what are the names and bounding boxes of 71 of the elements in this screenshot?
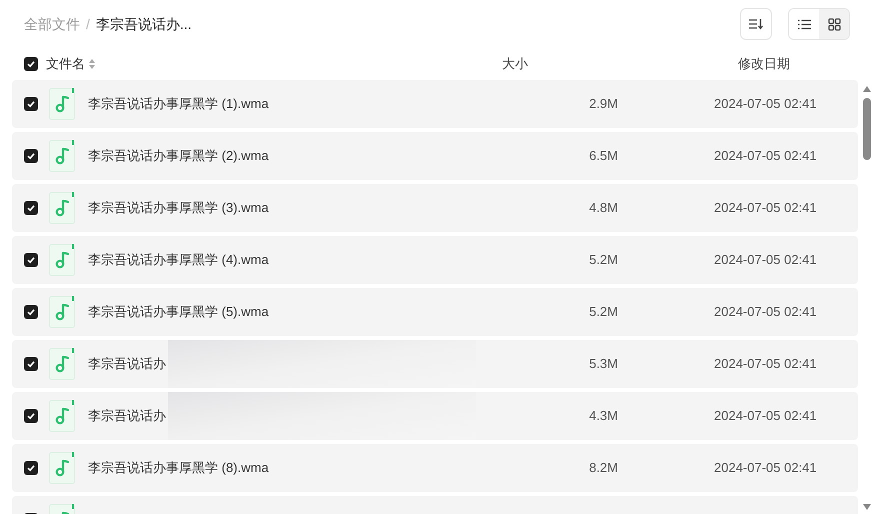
- check-icon: [27, 204, 35, 212]
- file-name[interactable]: 李宗吾说话办事厚黑学 (8).wma: [88, 458, 269, 478]
- check-icon: [27, 60, 35, 68]
- file-size: 5.3M: [588, 355, 618, 374]
- grid-icon: [828, 18, 840, 30]
- music-file-icon: [49, 400, 75, 432]
- file-name[interactable]: 李宗吾说话办事厚黑学 (1).wma: [88, 94, 269, 114]
- modified-date: 2024-07-05 02:41: [714, 355, 818, 374]
- check-icon: [27, 256, 35, 264]
- file-size: 4.3M: [588, 407, 618, 426]
- scrollbar-thumb[interactable]: [863, 98, 871, 160]
- file-row[interactable]: 李宗吾说话办 5.3M 2024-07-05 02:41: [12, 340, 858, 388]
- checkbox[interactable]: [24, 201, 38, 215]
- scroll-up-arrow-icon[interactable]: [863, 86, 871, 92]
- file-size: 5.2M: [588, 251, 618, 270]
- file-size: 2.9M: [588, 95, 618, 114]
- breadcrumb-item[interactable]: 李宗吾说话办...: [96, 14, 192, 34]
- file-row[interactable]: 李宗吾说话办事厚黑学 (3).wma 4.8M 2024-07-05 02:41: [12, 184, 858, 232]
- file-row[interactable]: 李宗吾说话办事厚黑学 (5).wma 5.2M 2024-07-05 02:41: [12, 288, 858, 336]
- checkbox[interactable]: [24, 409, 38, 423]
- file-name[interactable]: 李宗吾说话办事厚黑学 (4).wma: [88, 250, 269, 270]
- list-icon: [798, 18, 810, 30]
- checkbox[interactable]: [24, 357, 38, 371]
- modified-date: 2024-07-05 02:41: [714, 199, 818, 218]
- check-icon: [27, 464, 35, 472]
- checkbox[interactable]: [24, 253, 38, 267]
- file-row[interactable]: 李宗吾说话办事厚黑学 (4).wma 5.2M 2024-07-05 02:41: [12, 236, 858, 284]
- music-file-icon: [49, 140, 75, 172]
- file-name[interactable]: 李宗吾说话办事厚黑学 (5).wma: [88, 302, 269, 322]
- music-file-icon: [49, 452, 75, 484]
- file-size: 5.2M: [588, 303, 618, 322]
- check-icon: [27, 152, 35, 160]
- file-name[interactable]: 李宗吾说话办: [88, 406, 166, 426]
- scroll-down-arrow-icon[interactable]: [863, 504, 871, 510]
- modified-date: 2024-07-05 02:41: [714, 459, 818, 478]
- checkbox[interactable]: [24, 149, 38, 163]
- file-row[interactable]: 李宗吾说话办 4.3M 2024-07-05 02:41: [12, 392, 858, 440]
- check-icon: [27, 308, 35, 316]
- sort-icon: [749, 18, 763, 30]
- sort-button[interactable]: [740, 8, 772, 40]
- file-row[interactable]: 李宗吾说话办事厚黑学 (8).wma 8.2M 2024-07-05 02:41: [12, 444, 858, 492]
- music-file-icon: [49, 296, 75, 328]
- breadcrumb-separator: /: [86, 14, 90, 34]
- checkbox[interactable]: [24, 305, 38, 319]
- modified-date: 2024-07-05 02:41: [714, 407, 818, 426]
- check-icon: [27, 360, 35, 368]
- name-column-header[interactable]: 文件名: [46, 54, 85, 74]
- music-file-icon: [49, 192, 75, 224]
- modified-date: 2024-07-05 02:41: [714, 147, 818, 166]
- checkbox[interactable]: [24, 97, 38, 111]
- file-size: 4.8M: [588, 199, 618, 218]
- date-column-header: 修改日期: [738, 55, 791, 74]
- music-file-icon: [49, 348, 75, 380]
- file-row[interactable]: 李宗吾说话办事厚黑学 (2).wma 6.5M 2024-07-05 02:41: [12, 132, 858, 180]
- file-name[interactable]: 李宗吾说话办事厚黑学 (3).wma: [88, 198, 269, 218]
- file-row[interactable]: 李宗吾说话办事厚黑学 (1).wma 2.9M 2024-07-05 02:41: [12, 80, 858, 128]
- check-icon: [27, 100, 35, 108]
- file-name[interactable]: 李宗吾说话办: [88, 354, 166, 374]
- music-file-icon: [49, 88, 75, 120]
- size-column-header: 大小: [502, 55, 529, 74]
- file-name[interactable]: 李宗吾说话办事厚黑学 (2).wma: [88, 146, 269, 166]
- checkbox[interactable]: [24, 461, 38, 475]
- modified-date: 2024-07-05 02:41: [714, 251, 818, 270]
- music-file-icon: [49, 244, 75, 276]
- checkbox[interactable]: [24, 57, 38, 71]
- modified-date: 2024-07-05 02:41: [714, 303, 818, 322]
- grid-view-button[interactable]: [819, 9, 849, 39]
- check-icon: [27, 412, 35, 420]
- file-size: 8.2M: [588, 459, 618, 478]
- modified-date: 2024-07-05 02:41: [714, 95, 818, 114]
- file-size: 6.5M: [588, 147, 618, 166]
